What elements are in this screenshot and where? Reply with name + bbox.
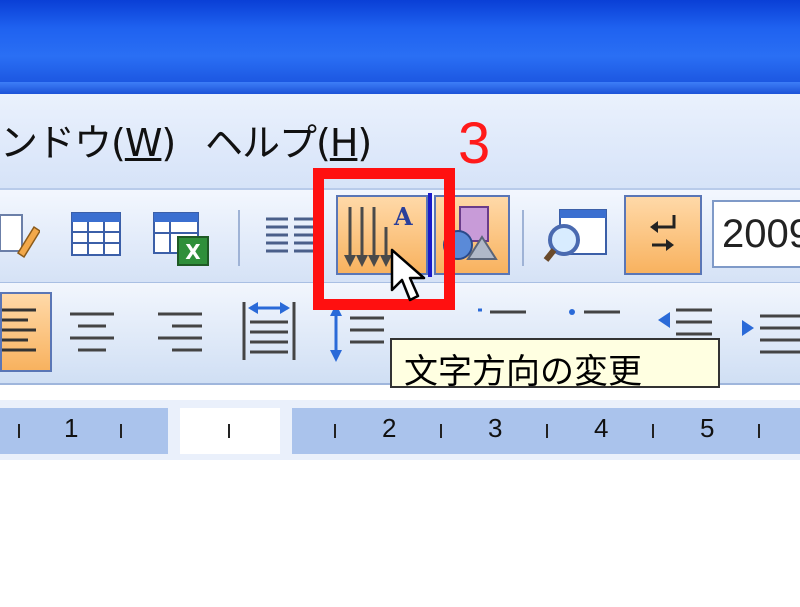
- ruler-tick: [440, 424, 442, 438]
- annotation-step-number: 3: [458, 111, 491, 176]
- pencil-icon: [0, 214, 42, 259]
- ruler-tick: [228, 424, 230, 438]
- ruler-tick: [120, 424, 122, 438]
- ruler-number: 3: [488, 413, 503, 443]
- ruler-tick: [546, 424, 548, 438]
- ruler-number: 5: [700, 413, 715, 443]
- document-map-button[interactable]: [540, 200, 612, 270]
- ruler-indent-area[interactable]: [180, 408, 280, 454]
- ruler-number: 1: [64, 413, 79, 443]
- excel-sheet-icon: X: [153, 212, 209, 266]
- toolbar-separator: [522, 210, 524, 266]
- align-left-icon: [2, 308, 36, 352]
- align-right-icon: [158, 312, 202, 352]
- align-center-icon: [70, 312, 114, 352]
- distribute-icon: [242, 302, 296, 360]
- zoom-combo-value: 2009: [722, 212, 800, 256]
- numbering-button[interactable]: [468, 300, 532, 340]
- tooltip: 文字方向の変更: [390, 338, 720, 392]
- insert-excel-button[interactable]: X: [150, 205, 214, 269]
- return-arrow-icon: [650, 215, 676, 251]
- menu-item-help-label: ヘルプ(: [205, 121, 331, 165]
- insert-table-button[interactable]: [66, 205, 126, 265]
- document-canvas[interactable]: [0, 462, 800, 607]
- title-bar-edge: [0, 82, 800, 94]
- ruler-margin-left[interactable]: [0, 408, 168, 454]
- window-title-bar[interactable]: [0, 0, 800, 94]
- toolbar-separator: [238, 210, 240, 266]
- mouse-pointer-icon: [390, 248, 426, 302]
- bullets-button[interactable]: [562, 300, 626, 340]
- menu-item-help-accel: H: [329, 121, 359, 165]
- increase-indent-button[interactable]: [738, 300, 800, 366]
- menu-item-window[interactable]: ンドウ(W): [0, 112, 176, 167]
- ruler-tick: [334, 424, 336, 438]
- ruler-number: 2: [382, 413, 397, 443]
- bullet-list-icon: [569, 309, 620, 315]
- excel-x-glyph: X: [185, 240, 201, 264]
- menu-item-help-paren: ): [357, 121, 372, 165]
- align-right-button[interactable]: [150, 300, 210, 366]
- return-marks-button[interactable]: [624, 195, 702, 275]
- ruler-tick: [652, 424, 654, 438]
- drawing-icon-button[interactable]: [0, 205, 42, 265]
- menu-item-window-label: ンドウ(: [0, 121, 126, 165]
- ruler-tick: [758, 424, 760, 438]
- align-center-button[interactable]: [62, 300, 122, 366]
- menu-item-window-accel: W: [124, 121, 163, 165]
- menu-item-window-paren: ): [161, 121, 176, 165]
- zoom-combo-input[interactable]: 2009: [712, 200, 800, 268]
- align-left-button[interactable]: [0, 292, 52, 372]
- ruler-number: 4: [594, 413, 609, 443]
- increase-indent-icon: [742, 314, 800, 354]
- magnifier-document-icon: [543, 209, 607, 262]
- distribute-button[interactable]: [236, 296, 302, 366]
- numbered-list-icon: [478, 308, 526, 314]
- ruler-tick: [18, 424, 20, 438]
- table-icon: [71, 212, 121, 256]
- menu-item-help[interactable]: ヘルプ(H): [205, 112, 372, 167]
